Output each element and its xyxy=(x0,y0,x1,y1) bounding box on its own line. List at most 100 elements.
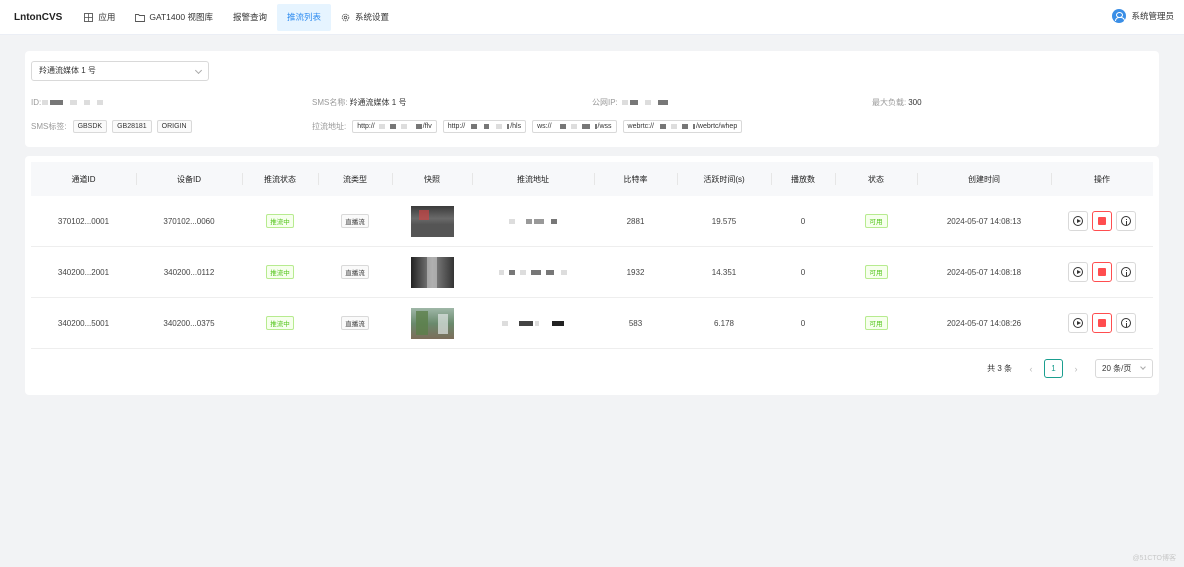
snapshot-thumbnail[interactable] xyxy=(410,205,454,237)
url-chip-ws[interactable]: ws:// /wss xyxy=(532,120,617,133)
page-number-button[interactable]: 1 xyxy=(1044,359,1063,378)
info-button[interactable] xyxy=(1116,262,1136,282)
device-id: 340200...0112 xyxy=(163,267,215,277)
nav-item-apps[interactable]: 应用 xyxy=(74,4,125,31)
url-chip-webrtc[interactable]: webrtc:// /webrtc/whep xyxy=(622,120,743,133)
created-time: 2024-05-07 14:08:18 xyxy=(946,267,1022,277)
redacted-mark xyxy=(561,269,567,275)
bitrate: 583 xyxy=(628,318,643,328)
redacted-mark xyxy=(378,124,385,129)
redacted-mark xyxy=(570,124,577,129)
sms-name-value: 羚通流媒体 1 号 xyxy=(349,98,407,107)
app-brand[interactable]: LntonCVS xyxy=(14,12,62,23)
play-icon xyxy=(1073,318,1083,328)
user-menu[interactable]: 系统管理员 xyxy=(1112,9,1174,23)
url-suffix: /wss xyxy=(597,123,612,130)
stream-table-card: 通道ID 设备ID 推流状态 流类型 快照 推流地址 比特率 活跃时间(s) 播… xyxy=(25,156,1159,395)
bitrate: 1932 xyxy=(626,267,645,277)
actions-cell xyxy=(1051,196,1153,246)
sms-tag: GBSDK xyxy=(72,120,108,133)
nav-item-stream-list[interactable]: 推流列表 xyxy=(276,3,331,31)
nav-item-gat1400[interactable]: GAT1400 视图库 xyxy=(125,4,223,31)
redacted-mark xyxy=(535,320,539,326)
info-icon xyxy=(1121,267,1131,277)
nav-item-label: 报警查询 xyxy=(232,12,267,22)
redacted-mark xyxy=(415,124,422,129)
sms-select[interactable]: 羚通流媒体 1 号 xyxy=(31,61,209,81)
created-time: 2024-05-07 14:08:26 xyxy=(946,318,1022,328)
status-cell: 可用 xyxy=(835,196,917,246)
table-row: 340200...2001 340200...0112 推流中 直播流 1932… xyxy=(31,247,1153,298)
push-status-cell: 推流中 xyxy=(242,196,318,246)
redacted-mark xyxy=(629,100,638,105)
redacted-mark xyxy=(531,269,541,275)
sms-tags-field: SMS标签: GBSDK GB28181 ORIGIN xyxy=(31,120,197,133)
nav-item-alarm-query[interactable]: 报警查询 xyxy=(223,4,277,31)
redacted-mark xyxy=(519,320,533,326)
sms-tag: GB28181 xyxy=(112,120,152,133)
url-chip-flv[interactable]: http:// /flv xyxy=(352,120,437,133)
sms-select-value: 羚通流媒体 1 号 xyxy=(39,66,96,75)
page-size-select[interactable]: 20 条/页 xyxy=(1095,359,1153,378)
user-avatar-icon xyxy=(1112,9,1127,23)
sms-ip-label: 公网IP: xyxy=(592,98,618,107)
stop-button[interactable] xyxy=(1092,211,1112,231)
info-button[interactable] xyxy=(1116,313,1136,333)
redacted-mark xyxy=(692,124,695,129)
grid-icon xyxy=(84,12,94,22)
push-status-badge: 推流中 xyxy=(266,265,294,279)
redacted-mark xyxy=(551,218,557,224)
play-button[interactable] xyxy=(1068,262,1088,282)
push-status-badge: 推流中 xyxy=(266,214,294,228)
column-header: 快照 xyxy=(392,162,472,196)
redacted-mark xyxy=(509,218,515,224)
info-button[interactable] xyxy=(1116,211,1136,231)
stop-button[interactable] xyxy=(1092,313,1112,333)
sms-tag: ORIGIN xyxy=(156,120,192,133)
redacted-mark xyxy=(670,124,677,129)
redacted-mark xyxy=(389,124,396,129)
sms-ip-field: 公网IP: xyxy=(592,97,669,108)
column-header: 操作 xyxy=(1051,162,1153,196)
push-url-redacted xyxy=(472,247,594,297)
redacted-mark xyxy=(84,100,91,105)
url-suffix: /hls xyxy=(510,123,522,130)
status-badge: 可用 xyxy=(864,316,888,330)
url-suffix: /webrtc/whep xyxy=(695,123,738,130)
nav-item-settings[interactable]: 系统设置 xyxy=(331,4,399,31)
play-icon xyxy=(1073,216,1083,226)
sms-info-card: 羚通流媒体 1 号 ID: SMS名称: 羚通流媒体 1 号 公网IP: 最大负… xyxy=(25,51,1159,147)
play-count: 0 xyxy=(800,267,806,277)
stop-icon xyxy=(1098,217,1106,225)
status-cell: 可用 xyxy=(835,298,917,348)
chevron-left-icon[interactable]: ‹ xyxy=(1022,360,1040,378)
push-url-redacted xyxy=(472,196,594,246)
play-button[interactable] xyxy=(1068,211,1088,231)
top-nav: LntonCVS 应用 GAT1400 视图库 报警查询 推流列表 系统设置 系… xyxy=(0,0,1184,35)
chevron-down-icon xyxy=(1140,364,1146,370)
channel-id: 370102...0001 xyxy=(57,216,110,226)
redacted-mark xyxy=(499,269,504,275)
stream-type-badge: 直播流 xyxy=(341,265,369,279)
snapshot-thumbnail[interactable] xyxy=(410,307,454,339)
snapshot-cell xyxy=(392,196,472,246)
redacted-mark xyxy=(681,124,688,129)
column-header: 设备ID xyxy=(136,162,242,196)
stream-type-badge: 直播流 xyxy=(341,214,369,228)
redacted-mark xyxy=(509,269,515,275)
play-count: 0 xyxy=(800,216,806,226)
gear-icon xyxy=(341,13,350,22)
stop-button[interactable] xyxy=(1092,262,1112,282)
sms-load-field: 最大负载: 300 xyxy=(872,97,922,108)
snapshot-thumbnail[interactable] xyxy=(410,256,454,288)
play-button[interactable] xyxy=(1068,313,1088,333)
url-prefix: webrtc:// xyxy=(627,123,654,130)
url-chip-hls[interactable]: http:// /hls xyxy=(442,120,527,133)
redacted-mark xyxy=(502,320,508,326)
sms-name-field: SMS名称: 羚通流媒体 1 号 xyxy=(312,97,406,108)
nav-item-label: 应用 xyxy=(98,12,116,22)
chevron-right-icon[interactable]: › xyxy=(1067,360,1085,378)
url-prefix: ws:// xyxy=(537,123,552,130)
sms-load-label: 最大负载: xyxy=(872,98,907,107)
column-header: 推流地址 xyxy=(472,162,594,196)
